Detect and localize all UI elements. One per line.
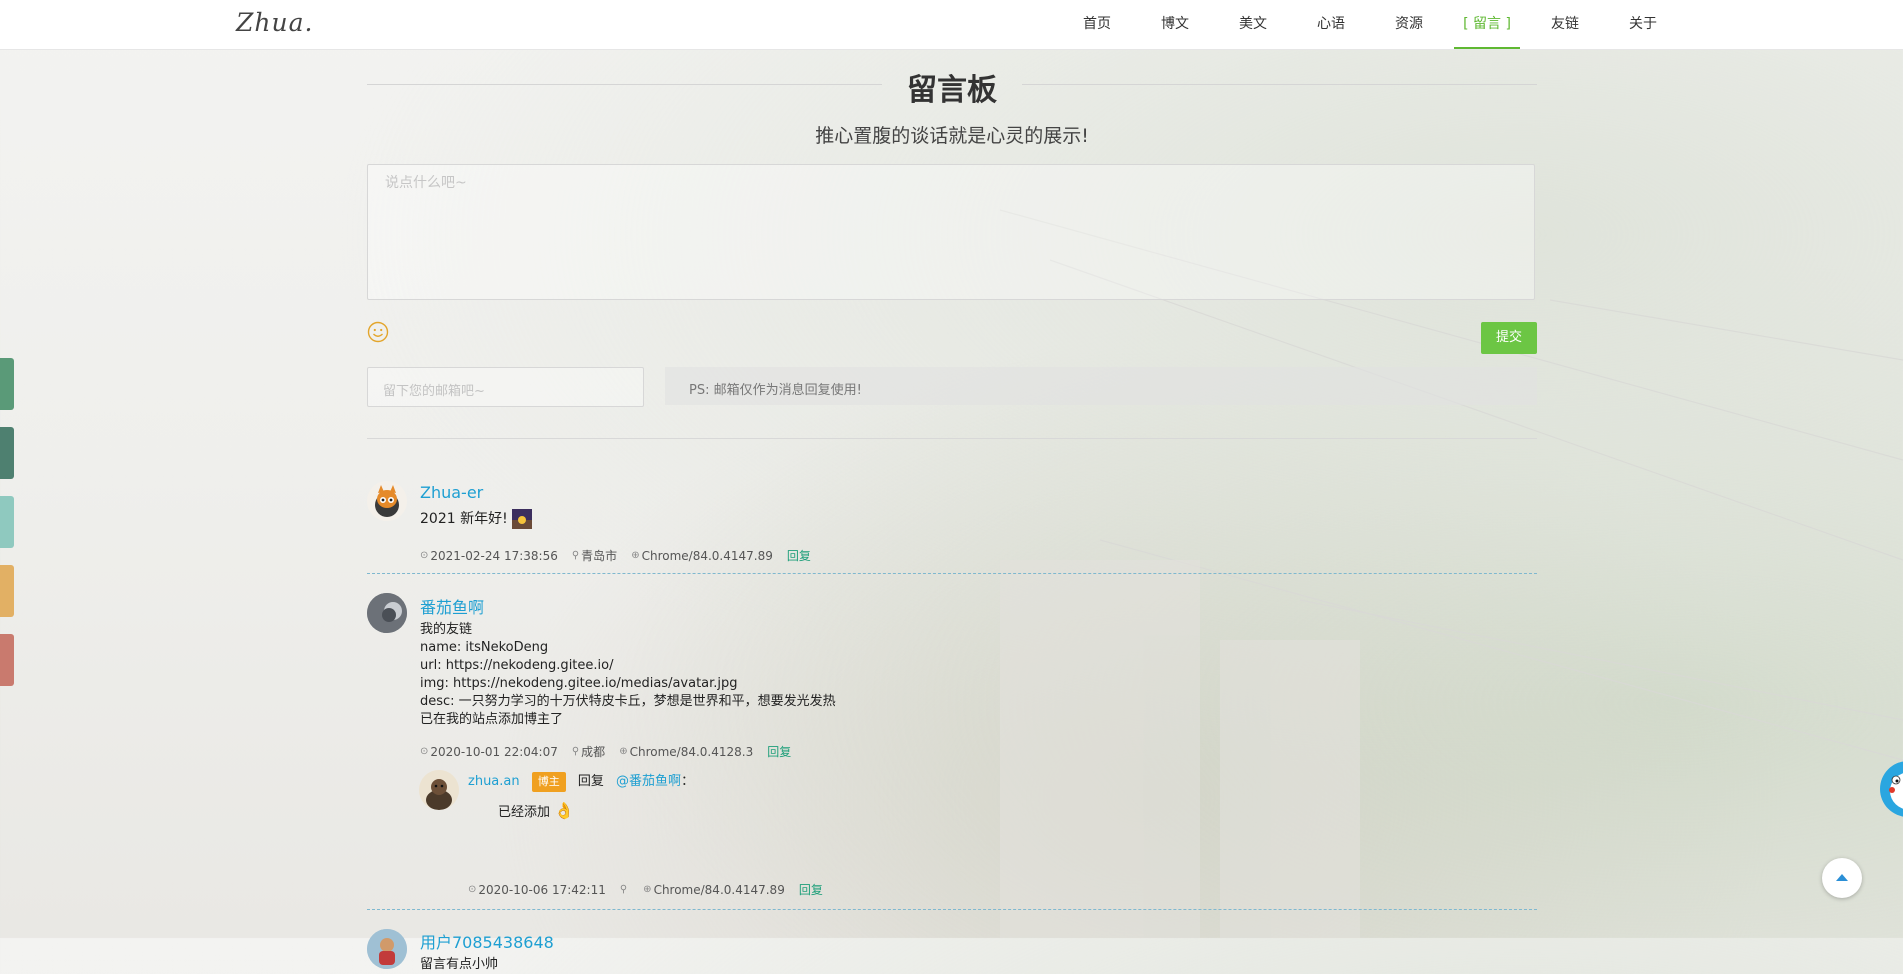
comment-meta: ⊙ 2020-10-01 22:04:07 ⚲ 成都 ⊕ Chrome/84.0.41… — [420, 743, 805, 760]
comment-text: 留言有点小帅 — [420, 957, 499, 972]
location-icon: ⚲ — [571, 550, 580, 561]
comment-line: name: itsNekoDeng — [420, 640, 549, 655]
comment-text: 我的友链 name: itsNekoDeng url: https://neko… — [420, 621, 836, 729]
side-tab-1[interactable] — [0, 358, 14, 410]
comment-browser: Chrome/84.0.4128.3 — [629, 744, 754, 759]
browser-icon: ⊕ — [619, 746, 628, 757]
email-note-text: PS: 邮箱仅作为消息回复使用! — [689, 383, 862, 398]
reply-browser: Chrome/84.0.4147.89 — [653, 882, 785, 897]
reply-meta: ⊙ 2020-10-06 17:42:11 ⚲ ⊕ Chrome/84.0.4147… — [468, 881, 837, 898]
reply-button[interactable]: 回复 — [799, 881, 823, 898]
comment-author[interactable]: 用户7085438648 — [420, 929, 554, 953]
mascot-widget[interactable] — [1878, 760, 1903, 818]
nav-friend-links[interactable]: 友链 — [1526, 0, 1604, 49]
comment-line: desc: 一只努力学习的十万伏特皮卡丘，梦想是世界和平，想要发光发热 — [420, 694, 836, 709]
avatar[interactable] — [367, 481, 407, 521]
smile-icon[interactable] — [367, 321, 389, 343]
avatar[interactable] — [419, 770, 459, 810]
comment-line: url: https://nekodeng.gitee.io/ — [420, 658, 614, 673]
comment-author[interactable]: 番茄鱼啊 — [420, 594, 484, 618]
side-tab-3[interactable] — [0, 496, 14, 548]
email-field-placeholder: 留下您的邮箱吧~ — [383, 384, 485, 399]
admin-badge: 博主 — [531, 772, 566, 792]
nav-resources[interactable]: 资源 — [1370, 0, 1448, 49]
comment-time: 2021-02-24 17:38:56 — [430, 548, 558, 563]
site-logo[interactable]: Zhua. — [236, 8, 313, 37]
reply-target[interactable]: @番茄鱼啊 — [616, 774, 681, 789]
comment-meta: ⊙ 2021-02-24 17:38:56 ⚲ 青岛市 ⊕ Chrome/84.0.4… — [420, 547, 825, 564]
ok-hand-emoji-icon: 👌 — [554, 801, 575, 820]
avatar[interactable] — [367, 929, 407, 969]
reply-time: 2020-10-06 17:42:11 — [478, 882, 606, 897]
comment-text-content: 2021 新年好! — [420, 511, 508, 527]
nav-home[interactable]: 首页 — [1058, 0, 1136, 49]
reply-text: 已经添加 👌 — [498, 802, 574, 822]
reply-word: 回复 — [577, 774, 604, 789]
comment-location: 青岛市 — [581, 549, 618, 563]
nav-about[interactable]: 关于 — [1604, 0, 1682, 49]
nav-guestbook[interactable]: [ 留言 ] — [1448, 0, 1526, 49]
comment-textarea[interactable] — [367, 164, 1535, 300]
reply-text-content: 已经添加 — [498, 805, 551, 820]
top-navbar: Zhua. 首页 博文 美文 心语 资源 [ 留言 ] 友链 关于 — [0, 0, 1903, 50]
side-tab-4[interactable] — [0, 565, 14, 617]
side-tab-2[interactable] — [0, 427, 14, 479]
reply-button[interactable]: 回复 — [787, 547, 811, 564]
comment-line: img: https://nekodeng.gitee.io/medias/av… — [420, 676, 738, 691]
comment-separator — [367, 909, 1537, 910]
comment-line: 我的友链 — [420, 622, 473, 637]
comment-textarea-placeholder: 说点什么吧~ — [385, 175, 467, 191]
location-icon: ⚲ — [619, 884, 628, 895]
page-title: 留言板 — [907, 73, 997, 108]
comment-line: 已在我的站点添加博主了 — [420, 712, 564, 727]
reply-button[interactable]: 回复 — [767, 743, 791, 760]
comment-separator — [367, 573, 1537, 574]
sunrise-emoji-icon — [512, 509, 533, 529]
submit-button[interactable]: 提交 — [1481, 322, 1537, 354]
clock-icon: ⊙ — [420, 550, 429, 561]
browser-icon: ⊕ — [631, 550, 640, 561]
page-subtitle: 推心置腹的谈话就是心灵的展示! — [815, 125, 1089, 147]
side-tab-5[interactable] — [0, 634, 14, 686]
clock-icon: ⊙ — [420, 746, 429, 757]
reply-author[interactable]: zhua.an — [468, 774, 520, 789]
main-nav: 首页 博文 美文 心语 资源 [ 留言 ] 友链 关于 — [1058, 0, 1682, 49]
reply-colon: ： — [681, 774, 695, 789]
comment-time: 2020-10-01 22:04:07 — [430, 744, 558, 759]
comment-location: 成都 — [581, 745, 606, 759]
location-icon: ⚲ — [571, 746, 580, 757]
comment-text: 2021 新年好! — [420, 509, 533, 529]
clock-icon: ⊙ — [468, 884, 477, 895]
avatar[interactable] — [367, 593, 407, 633]
reply-header: zhua.an 博主 回复 @番茄鱼啊： — [468, 772, 694, 792]
back-to-top-button[interactable] — [1822, 858, 1862, 898]
nav-essays[interactable]: 美文 — [1214, 0, 1292, 49]
arrow-up-icon — [1836, 874, 1848, 881]
nav-posts[interactable]: 博文 — [1136, 0, 1214, 49]
form-divider — [367, 438, 1537, 439]
browser-icon: ⊕ — [643, 884, 652, 895]
comment-browser: Chrome/84.0.4147.89 — [641, 548, 773, 563]
nav-moods[interactable]: 心语 — [1292, 0, 1370, 49]
comment-author[interactable]: Zhua-er — [420, 483, 483, 502]
